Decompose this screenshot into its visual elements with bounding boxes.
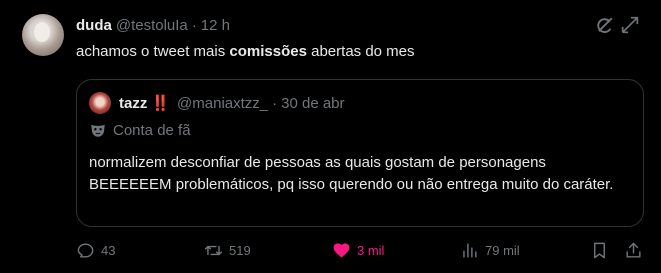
action-bar: 43 519 3 mil 79 mil [76,238,646,262]
account-label: Conta de fã [89,121,191,139]
like-button[interactable]: 3 mil [332,238,384,262]
separator: · [191,16,197,34]
quote-separator: · [272,94,278,112]
repost-icon [204,245,223,255]
post-time[interactable]: 12 h [201,17,230,34]
more-icon[interactable] [619,14,641,36]
bookmark-button[interactable] [590,238,609,262]
post-text-after: abertas do mes [311,43,415,60]
reply-icon [77,242,94,258]
quote-date[interactable]: 30 de abr [281,95,344,112]
reply-button[interactable]: 43 [76,238,115,262]
mask-icon [91,124,105,137]
heart-icon [333,242,350,258]
author-handle[interactable]: @testoluIa [116,17,188,34]
views-icon [463,242,477,258]
post-text: achamos o tweet mais comissões abertas d… [76,42,415,62]
view-count: 79 mil [485,242,520,258]
quote-author-name[interactable]: tazz [119,95,147,112]
author-name[interactable]: duda [76,17,112,34]
post-text-before: achamos o tweet mais [76,43,226,60]
quote-header: tazz ‼️ @maniaxtzz_ · 30 de abr [119,92,345,114]
like-count: 3 mil [357,242,385,258]
author-avatar[interactable] [22,14,64,56]
quote-handle[interactable]: @maniaxtzz_ [177,95,268,112]
reply-count: 43 [101,242,116,258]
repost-button[interactable]: 519 [204,238,251,262]
grok-icon[interactable] [593,15,615,37]
post-header: duda @testoluIa · 12 h [76,15,230,35]
quoted-post[interactable]: tazz ‼️ @maniaxtzz_ · 30 de abr Conta de… [76,79,644,227]
share-icon [626,242,641,258]
repost-count: 519 [229,242,251,258]
post-text-bold: comissões [229,43,307,60]
quote-author-avatar[interactable] [89,92,111,114]
views-button[interactable]: 79 mil [460,238,520,262]
account-label-text: Conta de fã [113,121,191,139]
bookmark-icon [594,242,605,258]
share-button[interactable] [624,238,643,262]
quote-text: normalizem desconfiar de pessoas as quai… [89,154,614,193]
quote-emoji: ‼️ [151,95,170,112]
